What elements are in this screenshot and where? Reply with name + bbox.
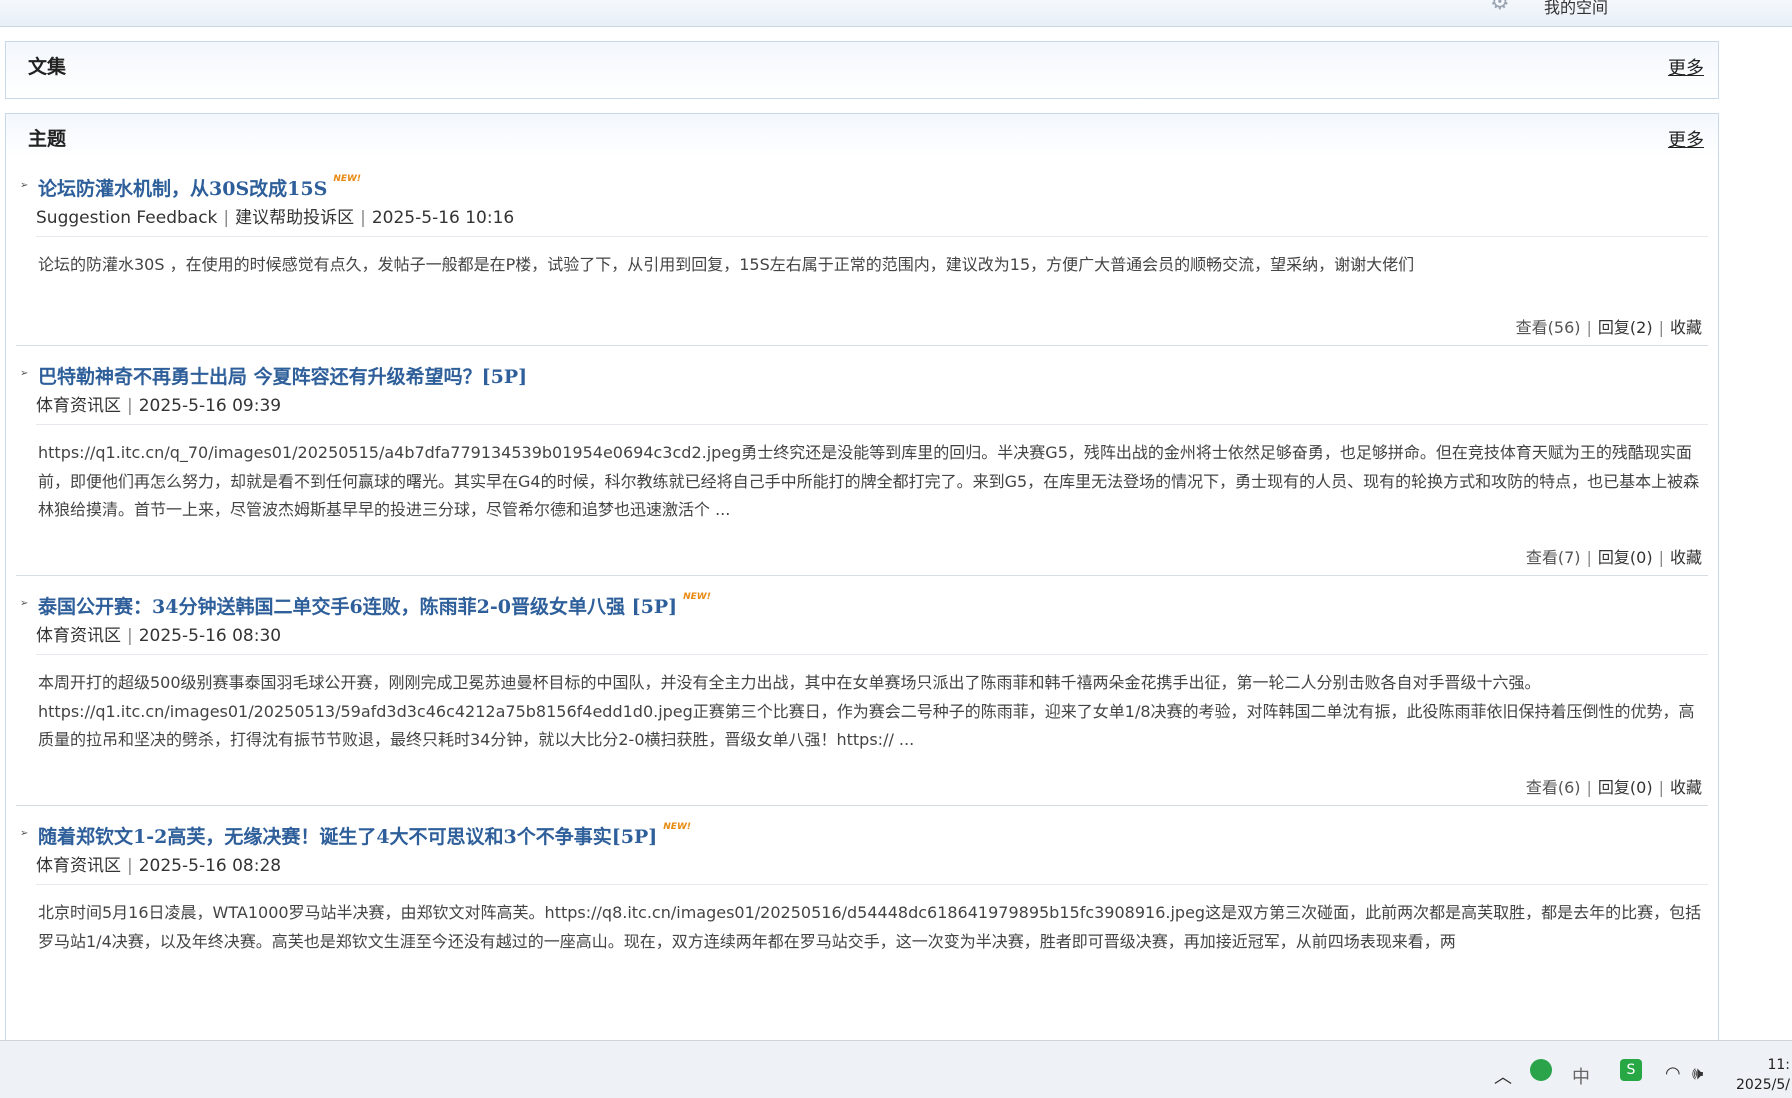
bullet-arrow-icon: ➢ <box>20 180 29 191</box>
ime-indicator[interactable]: 中 <box>1572 1063 1590 1089</box>
post-date: 2025-5-16 09:39 <box>138 396 282 416</box>
post-actions: 查看(6) | 回复(0) | 收藏 <box>1525 778 1702 797</box>
gear-icon[interactable]: ⚙ <box>1490 0 1512 14</box>
reply-link[interactable]: 回复(0) <box>1598 548 1653 567</box>
bullet-arrow-icon: ➢ <box>20 598 29 609</box>
collection-title: 文集 <box>28 56 67 78</box>
sogou-ime-icon[interactable]: S <box>1620 1059 1642 1081</box>
post-meta: Suggestion Feedback | 建议帮助投诉区 | 2025-5-16 10… <box>36 200 1708 237</box>
clock-time: 11: <box>1767 1057 1790 1073</box>
post-subforum-link[interactable]: 体育资讯区 <box>36 626 121 646</box>
post-excerpt: 北京时间5月16日凌晨，WTA1000罗马站半决赛，由郑钦文对阵高芙。https… <box>38 903 1702 951</box>
top-bar: ⚙ 我的空间 <box>0 0 1792 27</box>
new-badge: NEW! <box>663 822 691 832</box>
post-subforum-link[interactable]: 体育资讯区 <box>36 856 121 876</box>
new-badge: NEW! <box>683 592 711 602</box>
post-date: 2025-5-16 10:16 <box>371 208 515 228</box>
topics-more-link[interactable]: 更多 <box>1668 126 1704 152</box>
reply-link[interactable]: 回复(0) <box>1598 778 1653 797</box>
post-title-link[interactable]: 巴特勒神奇不再勇士出局 今夏阵容还有升级希望吗？[5P] <box>38 362 527 389</box>
views-count: 查看(7) <box>1525 548 1581 567</box>
post-excerpt: 论坛的防灌水30S ，在使用的时候感觉有点久，发帖子一般都是在P楼，试验了下，从… <box>38 255 1415 274</box>
topics-panel: 主题 更多 ➢ 论坛防灌水机制，从30S改成15S NEW! Suggestion… <box>5 113 1719 1053</box>
clock-date: 2025/5/ <box>1736 1077 1790 1093</box>
taskbar: ︿ 中 S ◠ 🕪 11: 2025/5/ <box>0 1040 1792 1098</box>
post-actions: 查看(7) | 回复(0) | 收藏 <box>1525 548 1702 567</box>
new-badge: NEW! <box>333 174 362 184</box>
topics-header: 主题 更多 <box>6 114 1718 158</box>
post-title-link[interactable]: 随着郑钦文1-2高芙，无缘决赛！诞生了4大不可思议和3个不争事实[5P] NEW! <box>38 822 691 849</box>
post-excerpt: 本周开打的超级500级别赛事泰国羽毛球公开赛，刚刚完成卫冕苏迪曼杯目标的中国队，… <box>38 673 1695 749</box>
post-forum-link[interactable]: Suggestion Feedback <box>36 208 217 228</box>
topics-title: 主题 <box>28 128 67 150</box>
post-meta: 体育资讯区 | 2025-5-16 08:28 <box>36 848 1708 885</box>
topic-post: ➢ 随着郑钦文1-2高芙，无缘决赛！诞生了4大不可思议和3个不争事实[5P] NE… <box>16 806 1708 1001</box>
post-date: 2025-5-16 08:28 <box>138 856 282 876</box>
reply-link[interactable]: 回复(2) <box>1598 318 1653 337</box>
collection-header: 文集 更多 <box>6 42 1718 98</box>
collection-more-link[interactable]: 更多 <box>1668 54 1704 80</box>
topic-post: ➢ 论坛防灌水机制，从30S改成15S NEW! Suggestion Feedb… <box>16 158 1708 346</box>
post-subforum-link[interactable]: 体育资讯区 <box>36 396 121 416</box>
favorite-link[interactable]: 收藏 <box>1670 318 1702 337</box>
post-title-link[interactable]: 论坛防灌水机制，从30S改成15S NEW! <box>38 174 361 201</box>
my-space-link[interactable]: 我的空间 <box>1544 0 1608 18</box>
post-meta: 体育资讯区 | 2025-5-16 09:39 <box>36 388 1708 425</box>
collection-panel: 文集 更多 <box>5 41 1719 99</box>
clock[interactable]: 11: 2025/5/ <box>1736 1055 1790 1095</box>
favorite-link[interactable]: 收藏 <box>1670 778 1702 797</box>
views-count: 查看(56) <box>1515 318 1581 337</box>
post-actions: 查看(56) | 回复(2) | 收藏 <box>1515 318 1702 337</box>
volume-icon[interactable]: 🕪 <box>1692 1063 1703 1084</box>
favorite-link[interactable]: 收藏 <box>1670 548 1702 567</box>
topic-post: ➢ 巴特勒神奇不再勇士出局 今夏阵容还有升级希望吗？[5P] 体育资讯区 | 202… <box>16 346 1708 576</box>
bullet-arrow-icon: ➢ <box>20 368 29 379</box>
post-meta: 体育资讯区 | 2025-5-16 08:30 <box>36 618 1708 655</box>
chevron-up-icon[interactable]: ︿ <box>1494 1063 1512 1089</box>
topic-post: ➢ 泰国公开赛：34分钟送韩国二单交手6连败，陈雨菲2-0晋级女单八强 [5P]… <box>16 576 1708 806</box>
wifi-icon[interactable]: ◠ <box>1665 1063 1681 1084</box>
post-excerpt: https://q1.itc.cn/q_70/images01/20250515… <box>38 443 1700 519</box>
post-title-link[interactable]: 泰国公开赛：34分钟送韩国二单交手6连败，陈雨菲2-0晋级女单八强 [5P] NE… <box>38 592 711 619</box>
app-tray-icon[interactable] <box>1530 1059 1552 1081</box>
post-subforum-link[interactable]: 建议帮助投诉区 <box>235 208 354 228</box>
bullet-arrow-icon: ➢ <box>20 828 29 839</box>
post-date: 2025-5-16 08:30 <box>138 626 282 646</box>
views-count: 查看(6) <box>1525 778 1581 797</box>
